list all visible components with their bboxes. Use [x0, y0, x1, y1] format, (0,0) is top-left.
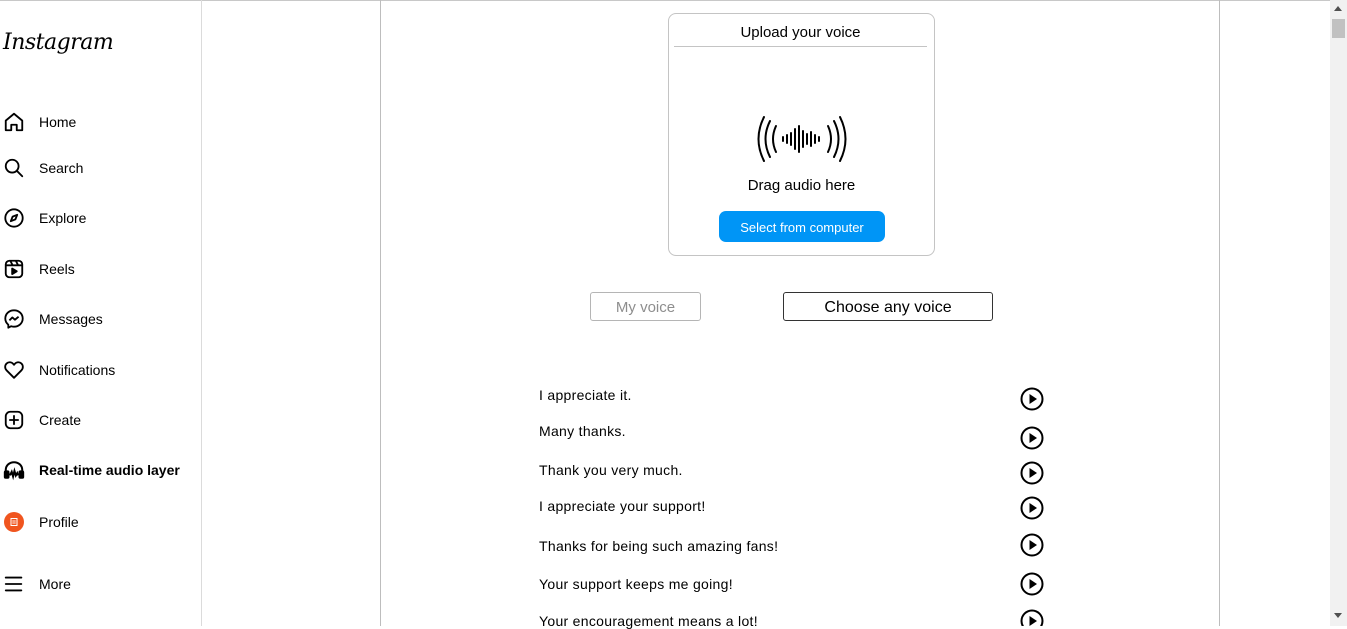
- play-button-icon[interactable]: [1020, 609, 1044, 626]
- scrollbar-thumb[interactable]: [1332, 19, 1345, 38]
- avatar-wrapper: [3, 511, 25, 533]
- heart-icon: [3, 359, 25, 381]
- drag-audio-text: Drag audio here: [747, 177, 856, 194]
- sidebar-item-messages[interactable]: Messages: [3, 306, 103, 332]
- sidebar-item-label: Home: [39, 114, 77, 130]
- sidebar-item-search[interactable]: Search: [3, 155, 83, 181]
- sidebar-item-more[interactable]: More: [3, 571, 71, 597]
- play-button-icon[interactable]: [1020, 496, 1044, 520]
- sidebar-item-home[interactable]: Home: [3, 109, 76, 135]
- page-scrollbar[interactable]: [1330, 0, 1347, 626]
- select-from-computer-button[interactable]: Select from computer: [719, 211, 885, 242]
- sidebar-item-label: Real-time audio layer: [39, 462, 180, 478]
- reels-icon: [3, 258, 25, 280]
- sidebar-item-label: Reels: [39, 261, 75, 277]
- my-voice-button[interactable]: My voice: [590, 292, 701, 321]
- sidebar-item-explore[interactable]: Explore: [3, 205, 86, 231]
- instagram-logo[interactable]: Instagram: [3, 30, 114, 55]
- phrase-text: Thanks for being such amazing fans!: [539, 538, 779, 554]
- headphones-icon: [3, 459, 25, 481]
- play-button-icon[interactable]: [1020, 387, 1044, 411]
- phrase-text: I appreciate your support!: [539, 498, 706, 514]
- sidebar: Instagram Home Search Explore Reels Mess…: [0, 0, 202, 626]
- sidebar-item-label: Notifications: [39, 362, 116, 378]
- avatar: [4, 512, 24, 532]
- messenger-icon: [3, 308, 25, 330]
- sidebar-item-reels[interactable]: Reels: [3, 256, 75, 282]
- upload-title: Upload your voice: [674, 24, 927, 47]
- play-button-icon[interactable]: [1020, 461, 1044, 485]
- phrase-text: Thank you very much.: [539, 462, 683, 478]
- sidebar-item-label: Explore: [39, 210, 87, 226]
- choose-any-voice-button[interactable]: Choose any voice: [783, 292, 993, 321]
- sidebar-item-label: Profile: [39, 514, 79, 530]
- sidebar-item-label: Search: [39, 160, 84, 176]
- play-button-icon[interactable]: [1020, 533, 1044, 557]
- sound-wave-icon: [757, 116, 847, 162]
- phrase-text: Many thanks.: [539, 423, 626, 439]
- sidebar-item-realtime-audio-layer[interactable]: Real-time audio layer: [3, 457, 180, 483]
- phrase-text: I appreciate it.: [539, 387, 632, 403]
- sidebar-item-label: Create: [39, 412, 82, 428]
- search-icon: [3, 157, 25, 179]
- play-button-icon[interactable]: [1020, 426, 1044, 450]
- plus-square-icon: [3, 409, 25, 431]
- menu-icon: [3, 573, 25, 595]
- sidebar-item-create[interactable]: Create: [3, 407, 81, 433]
- home-icon: [3, 111, 25, 133]
- sidebar-item-label: More: [39, 576, 71, 592]
- scroll-down-arrow-icon[interactable]: [1334, 613, 1342, 618]
- sidebar-item-notifications[interactable]: Notifications: [3, 357, 115, 383]
- compass-icon: [3, 207, 25, 229]
- play-button-icon[interactable]: [1020, 572, 1044, 596]
- sidebar-item-label: Messages: [39, 311, 103, 327]
- phrase-text: Your support keeps me going!: [539, 576, 733, 592]
- phrase-text: Your encouragement means a lot!: [539, 613, 758, 629]
- scroll-up-arrow-icon[interactable]: [1334, 6, 1342, 11]
- sidebar-item-profile[interactable]: Profile: [3, 509, 79, 535]
- upload-voice-card[interactable]: Upload your voice Drag audio here Select…: [668, 13, 935, 256]
